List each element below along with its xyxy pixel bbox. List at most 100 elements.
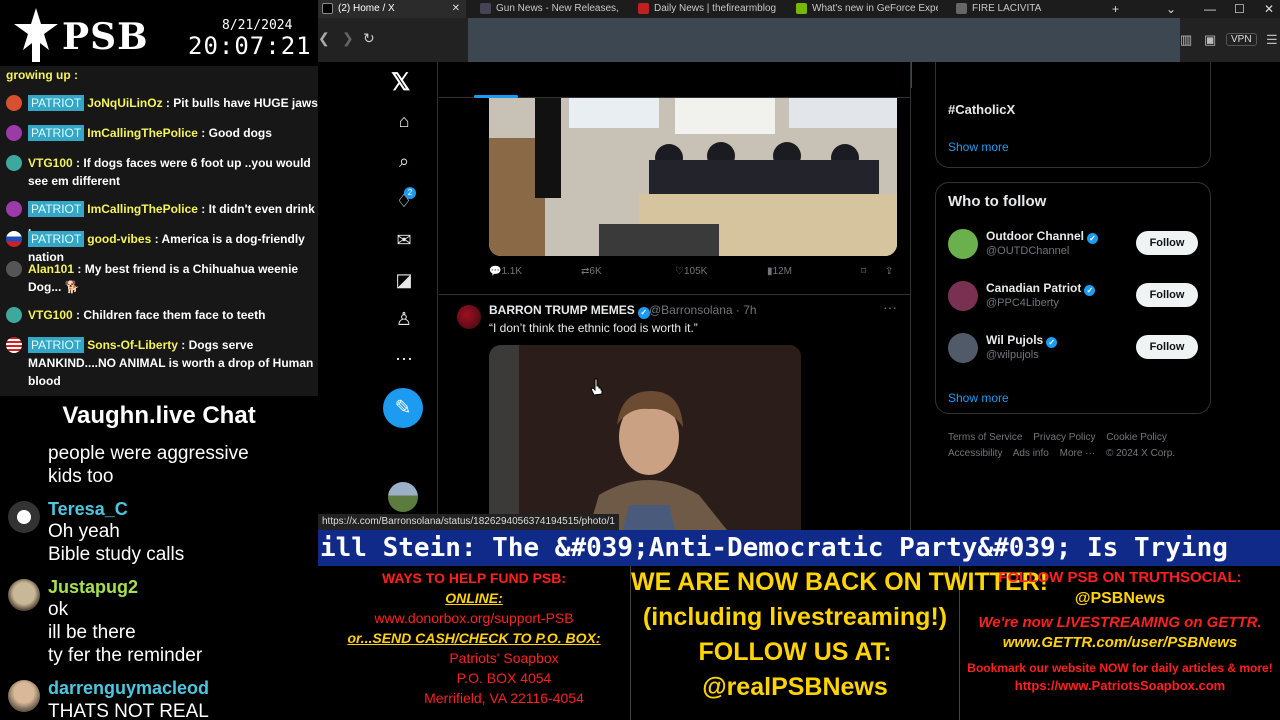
follow-us-label: FOLLOW US AT: bbox=[698, 638, 892, 666]
x-timeline[interactable]: 💬 1.1K ⇄ 6K ♡ 105K ▮ 12M ⌑ ⇪ BARRON TRUM… bbox=[439, 62, 911, 530]
chat-message-text: Children face them face to teeth bbox=[83, 308, 266, 322]
follow-suggestion[interactable]: Outdoor Channel ✓ @OUTDChannel Follow bbox=[948, 229, 1200, 265]
brand-header: PSB 8/21/2024 20:07:21 bbox=[0, 0, 318, 70]
like-button[interactable]: ♡ 105K bbox=[675, 266, 707, 277]
livestream-note: (including livestreaming!) bbox=[642, 603, 948, 631]
user-avatar bbox=[8, 680, 40, 712]
repost-count: 6K bbox=[589, 266, 602, 277]
truthsocial-heading: FOLLOW PSB ON TRUTHSOCIAL: bbox=[998, 569, 1242, 586]
suggestion-avatar[interactable] bbox=[948, 281, 978, 311]
nvidia-favicon-icon bbox=[796, 3, 807, 14]
suggestion-name[interactable]: Wil Pujols ✓ bbox=[986, 333, 1058, 348]
bookmark-icon[interactable]: ⌑ bbox=[861, 266, 866, 277]
follow-suggestion[interactable]: Wil Pujols ✓ @wilpujols Follow bbox=[948, 333, 1200, 369]
reply-button[interactable]: 💬 1.1K bbox=[489, 266, 522, 277]
vpn-button[interactable]: VPN bbox=[1226, 33, 1257, 46]
tab-fire-lacivita[interactable]: FIRE LACIVITA bbox=[952, 0, 1092, 18]
follow-button[interactable]: Follow bbox=[1136, 335, 1198, 359]
patriot-badge: PATRIOT bbox=[28, 95, 85, 111]
x-favicon-icon bbox=[322, 3, 333, 14]
mail-icon[interactable]: ✉ bbox=[393, 229, 415, 251]
minimize-icon[interactable]: — bbox=[1204, 0, 1216, 18]
more-link[interactable]: More ··· bbox=[1060, 448, 1096, 459]
tab-geforce[interactable]: What's new in GeForce Expe bbox=[792, 0, 938, 18]
post-media-photo[interactable] bbox=[489, 345, 801, 530]
chat-username: ImCallingThePolice bbox=[87, 202, 198, 216]
tab-label: Daily News | thefirearmblog bbox=[654, 3, 777, 14]
suggestion-avatar[interactable] bbox=[948, 229, 978, 259]
account-avatar[interactable] bbox=[388, 482, 418, 512]
author-avatar[interactable] bbox=[457, 305, 481, 329]
author-name[interactable]: BARRON TRUMP MEMES ✓ bbox=[489, 303, 650, 319]
press-conference-image bbox=[489, 98, 897, 256]
vaughn-chat-title: Vaughn.live Chat bbox=[62, 402, 256, 429]
hand-cursor-icon bbox=[590, 378, 603, 396]
tab-gun-news[interactable]: Gun News - New Releases, A bbox=[476, 0, 618, 18]
home-icon[interactable]: ⌂ bbox=[393, 110, 415, 132]
user-avatar bbox=[6, 307, 22, 323]
author-handle[interactable]: @Barronsolana · 7h bbox=[649, 303, 757, 317]
follow-button[interactable]: Follow bbox=[1136, 231, 1198, 255]
x-right-sidebar: #CatholicX Show more Who to follow Outdo… bbox=[912, 62, 1280, 530]
post-media-press-conference[interactable] bbox=[489, 98, 897, 256]
terms-link[interactable]: Terms of Service bbox=[948, 432, 1022, 443]
follow-suggestion[interactable]: Canadian Patriot ✓ @PPC4Liberty Follow bbox=[948, 281, 1200, 317]
suggestion-handle: @wilpujols bbox=[986, 349, 1039, 361]
post-barron-memes[interactable]: BARRON TRUMP MEMES ✓ @Barronsolana · 7h ·… bbox=[439, 294, 910, 530]
wallet-icon[interactable]: ▣ bbox=[1204, 32, 1216, 48]
reload-icon[interactable]: ↻ bbox=[363, 30, 375, 47]
search-icon[interactable]: ⌕ bbox=[393, 150, 415, 172]
more-circle-icon[interactable]: ⋯ bbox=[393, 348, 415, 370]
who-to-follow-show-more-link[interactable]: Show more bbox=[948, 391, 1009, 405]
vaughn-chat-line: kids too bbox=[48, 466, 114, 487]
menu-icon[interactable]: ☰ bbox=[1266, 32, 1278, 48]
profile-icon[interactable]: ♙ bbox=[393, 308, 415, 330]
cookie-link[interactable]: Cookie Policy bbox=[1106, 432, 1167, 443]
close-window-icon[interactable]: ✕ bbox=[1264, 0, 1274, 18]
news-ticker: ill Stein: The &#039;Anti-Democratic Par… bbox=[318, 530, 1280, 566]
x-logo-icon[interactable]: 𝕏 bbox=[391, 68, 410, 97]
more-options-icon[interactable]: ··· bbox=[883, 299, 897, 315]
share-icon[interactable]: ⇪ bbox=[885, 266, 893, 277]
compose-post-button[interactable]: ✎ bbox=[383, 388, 423, 428]
chevron-down-icon[interactable]: ⌄ bbox=[1166, 0, 1176, 18]
truthsocial-handle: @PSBNews bbox=[1074, 590, 1166, 607]
trends-show-more-link[interactable]: Show more bbox=[948, 140, 1009, 154]
repost-button[interactable]: ⇄ 6K bbox=[581, 266, 602, 277]
clock-time: 20:07:21 bbox=[188, 32, 312, 60]
close-tab-icon[interactable]: ✕ bbox=[452, 0, 460, 18]
patriot-badge: PATRIOT bbox=[28, 125, 85, 141]
ads-info-link[interactable]: Ads info bbox=[1013, 448, 1049, 459]
sidebar-icon[interactable]: ▥ bbox=[1180, 32, 1192, 48]
suggestion-name[interactable]: Outdoor Channel ✓ bbox=[986, 229, 1098, 244]
mail-name: Patriots' Soapbox bbox=[449, 650, 559, 666]
new-tab-icon[interactable]: + bbox=[1112, 0, 1119, 18]
follow-button[interactable]: Follow bbox=[1136, 283, 1198, 307]
trend-hashtag[interactable]: #CatholicX bbox=[948, 102, 1015, 117]
post-text: “I don’t think the ethnic food is worth … bbox=[489, 321, 698, 335]
accessibility-link[interactable]: Accessibility bbox=[948, 448, 1002, 459]
verified-check-icon: ✓ bbox=[1046, 337, 1058, 348]
forward-icon[interactable]: ❯ bbox=[342, 30, 354, 47]
tab-firearm-blog[interactable]: Daily News | thefirearmblog bbox=[634, 0, 784, 18]
tab-label: (2) Home / X bbox=[338, 3, 395, 14]
who-to-follow-panel: Who to follow Outdoor Channel ✓ @OUTDChan… bbox=[935, 182, 1211, 414]
maximize-icon[interactable]: ☐ bbox=[1234, 0, 1245, 18]
back-icon[interactable]: ❮ bbox=[318, 30, 330, 47]
views-button[interactable]: ▮ 12M bbox=[767, 266, 792, 277]
psb-star-logo-icon bbox=[14, 8, 58, 62]
suggestion-name[interactable]: Canadian Patriot ✓ bbox=[986, 281, 1096, 296]
grok-icon[interactable]: ◪ bbox=[393, 269, 415, 291]
suggestion-avatar[interactable] bbox=[948, 333, 978, 363]
privacy-link[interactable]: Privacy Policy bbox=[1033, 432, 1095, 443]
online-label: ONLINE: bbox=[445, 590, 503, 606]
page-favicon-icon bbox=[956, 3, 967, 14]
tab-x-home[interactable]: (2) Home / X ✕ bbox=[318, 0, 466, 18]
tab-label: Gun News - New Releases, A bbox=[496, 3, 618, 14]
mail-box: P.O. BOX 4054 bbox=[456, 670, 552, 686]
post-action-bar: 💬 1.1K ⇄ 6K ♡ 105K ▮ 12M ⌑ ⇪ bbox=[489, 266, 897, 282]
user-avatar bbox=[6, 155, 22, 171]
notification-count-badge: 2 bbox=[404, 187, 416, 199]
gettr-note: We're now LIVESTREAMING on GETTR. bbox=[978, 614, 1262, 631]
like-count: 105K bbox=[683, 266, 708, 277]
